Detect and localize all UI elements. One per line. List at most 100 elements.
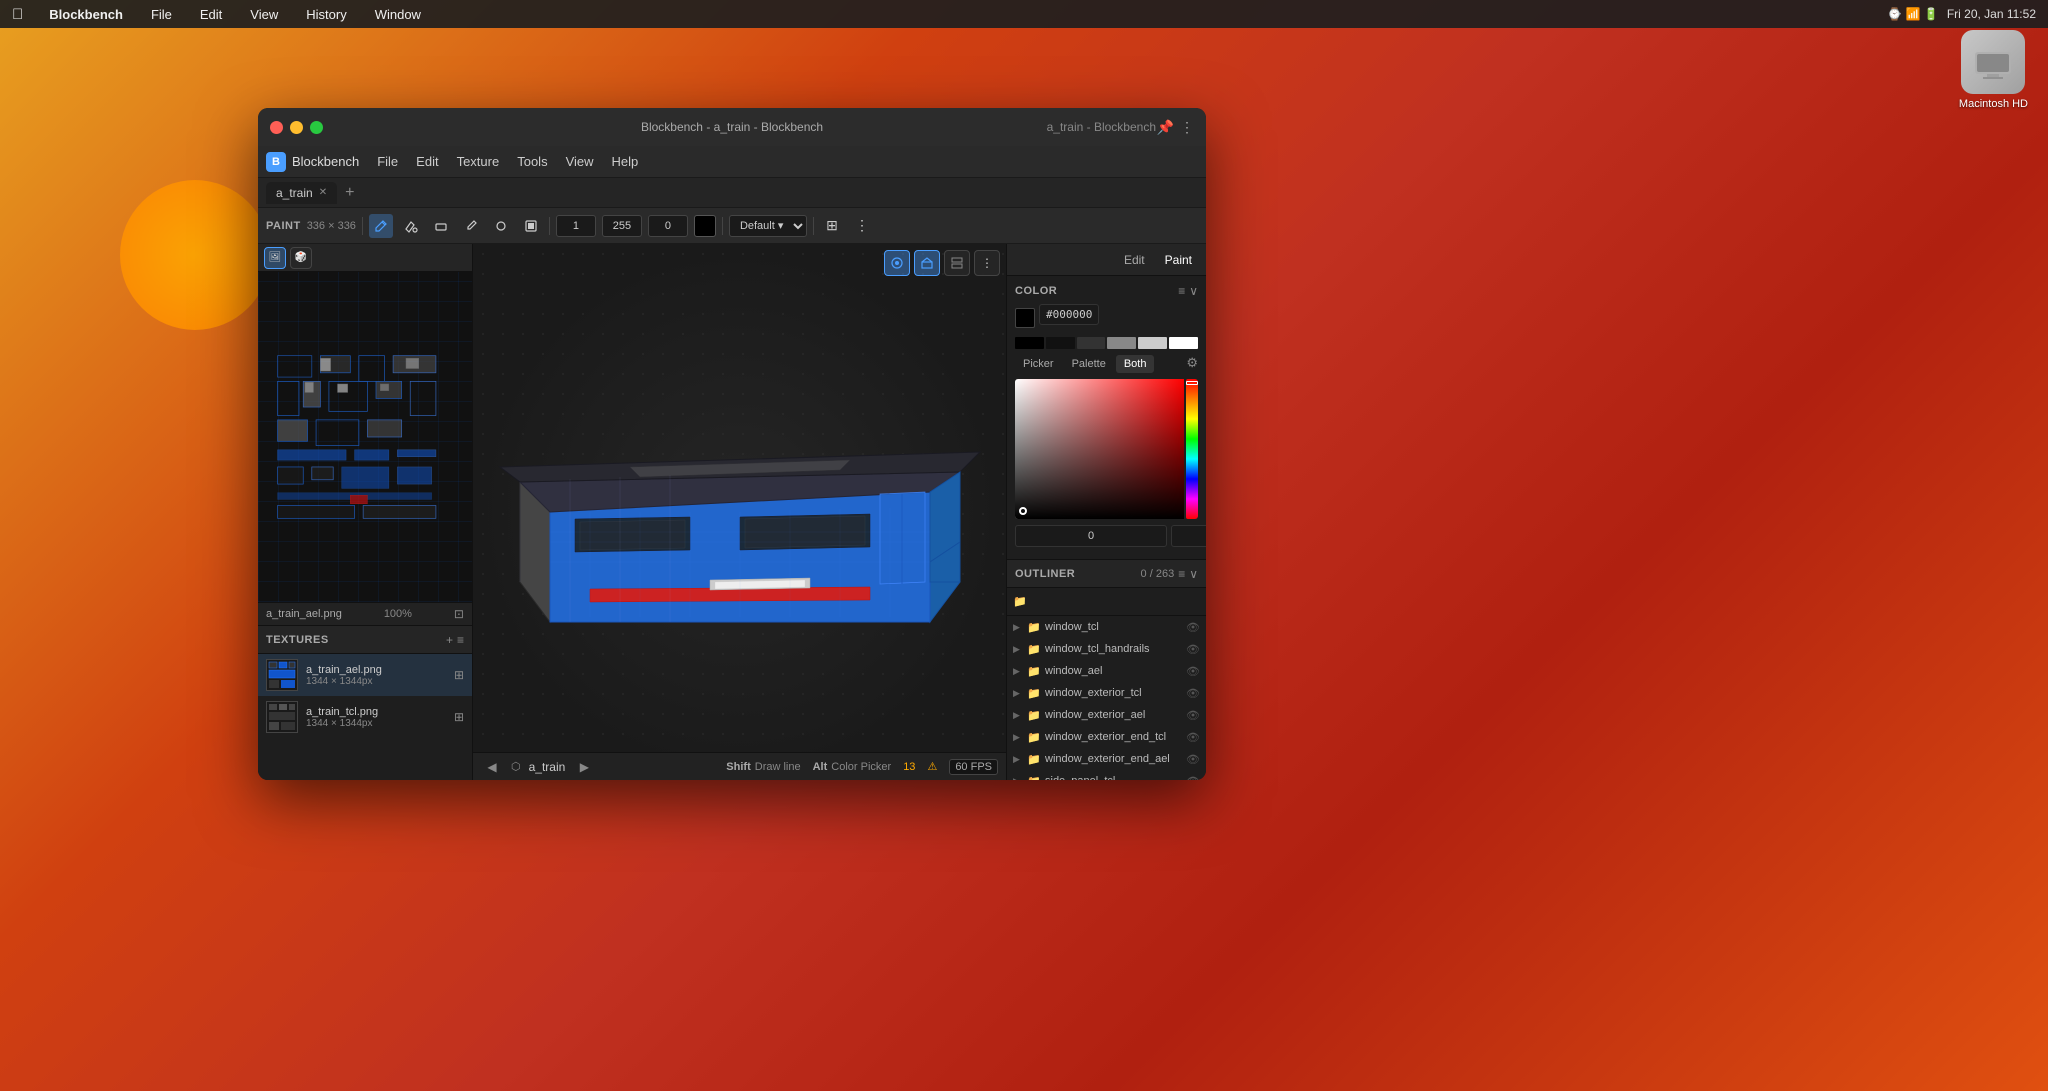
- outliner-collapse-icon[interactable]: ∨: [1189, 567, 1198, 581]
- brush-size-input[interactable]: 1: [556, 215, 596, 237]
- tab-add-button[interactable]: +: [341, 184, 358, 202]
- swatch-dark1[interactable]: [1046, 337, 1075, 349]
- color-swatch-button[interactable]: [694, 215, 716, 237]
- texture-item-ael[interactable]: a_train_ael.png 1344 × 1344px ⊞: [258, 654, 472, 696]
- picker-tab[interactable]: Picker: [1015, 355, 1062, 373]
- tab-a-train[interactable]: a_train ✕: [266, 182, 337, 204]
- paint-tab[interactable]: Paint: [1159, 250, 1198, 270]
- outliner-menu-icon[interactable]: ≡: [1178, 567, 1185, 581]
- edit-menu-item[interactable]: Edit: [408, 151, 446, 172]
- paint-mode-button[interactable]: [884, 250, 910, 276]
- color-fill-button[interactable]: [519, 214, 543, 238]
- apple-menu[interactable]: : [12, 6, 23, 23]
- history-menu[interactable]: History: [300, 5, 352, 24]
- swatch-dark2[interactable]: [1077, 337, 1106, 349]
- outliner-item-window-exterior-end-tcl[interactable]: ▶ 📁 window_exterior_end_tcl 👁: [1007, 726, 1206, 748]
- outliner-item-window-ael[interactable]: ▶ 📁 window_ael 👁: [1007, 660, 1206, 682]
- visibility-icon[interactable]: 👁: [1186, 753, 1200, 766]
- visibility-icon[interactable]: 👁: [1186, 665, 1200, 678]
- close-button[interactable]: [270, 121, 283, 134]
- current-color-preview[interactable]: [1015, 308, 1035, 328]
- dropper-tool-button[interactable]: [459, 214, 483, 238]
- color-collapse-icon[interactable]: ∨: [1189, 284, 1198, 298]
- app-name-menu[interactable]: Blockbench: [43, 5, 129, 24]
- textures-panel-header: TEXTURES + ≡: [258, 626, 472, 654]
- pin-icon[interactable]: 📌: [1157, 119, 1174, 136]
- more-options-button[interactable]: ⋮: [974, 250, 1000, 276]
- maximize-button[interactable]: [310, 121, 323, 134]
- paint-view-btn[interactable]: 🖼: [264, 247, 286, 269]
- settings-button[interactable]: ⋮: [850, 214, 874, 238]
- fill-tool-button[interactable]: [399, 214, 423, 238]
- outliner-item-window-tcl-handrails[interactable]: ▶ 📁 window_tcl_handrails 👁: [1007, 638, 1206, 660]
- swatch-gray[interactable]: [1107, 337, 1136, 349]
- texture-thumb-ael: [266, 659, 298, 691]
- tools-menu-item[interactable]: Tools: [509, 151, 555, 172]
- edit-tab[interactable]: Edit: [1118, 250, 1151, 270]
- next-model-button[interactable]: ▶: [573, 756, 595, 778]
- texture-expand-button[interactable]: ⊡: [454, 607, 464, 621]
- hex-color-display[interactable]: #000000: [1039, 304, 1099, 325]
- texture-add-icon[interactable]: +: [446, 633, 453, 647]
- visibility-icon[interactable]: 👁: [1186, 775, 1200, 781]
- tab-close-icon[interactable]: ✕: [319, 187, 327, 198]
- both-tab[interactable]: Both: [1116, 355, 1155, 373]
- texture-name-ael: a_train_ael.png: [306, 664, 446, 676]
- alt-hint: Alt Color Picker: [813, 761, 892, 773]
- traffic-lights: [270, 121, 323, 134]
- desktop-icon-macintosh-hd[interactable]: Macintosh HD: [1959, 30, 2028, 110]
- 3d-viewport[interactable]: ⋮ ◀ ⬡ a_train ▶ Shift Draw line Alt: [473, 244, 1006, 780]
- outliner-item-window-tcl[interactable]: ▶ 📁 window_tcl 👁: [1007, 616, 1206, 638]
- swatch-light[interactable]: [1138, 337, 1167, 349]
- outliner-item-side-panel-tcl[interactable]: ▶ 📁 side_panel_tcl 👁: [1007, 770, 1206, 780]
- folder-icon: 📁: [1027, 775, 1041, 781]
- eraser-tool-button[interactable]: [429, 214, 453, 238]
- palette-tab[interactable]: Palette: [1064, 355, 1114, 373]
- swatch-black[interactable]: [1015, 337, 1044, 349]
- view-menu[interactable]: View: [244, 5, 284, 24]
- texture-atlas-canvas[interactable]: [258, 272, 472, 602]
- texture-ael-action-icon[interactable]: ⊞: [454, 668, 464, 682]
- file-menu-item[interactable]: File: [369, 151, 406, 172]
- visibility-icon[interactable]: 👁: [1186, 621, 1200, 634]
- visibility-icon[interactable]: 👁: [1186, 731, 1200, 744]
- visibility-icon[interactable]: 👁: [1186, 643, 1200, 656]
- outliner-item-window-exterior-end-ael[interactable]: ▶ 📁 window_exterior_end_ael 👁: [1007, 748, 1206, 770]
- outliner-header: OUTLINER 0 / 263 ≡ ∨: [1007, 560, 1206, 588]
- outliner-item-window-exterior-ael[interactable]: ▶ 📁 window_exterior_ael 👁: [1007, 704, 1206, 726]
- texture-item-tcl[interactable]: a_train_tcl.png 1344 × 1344px ⊞: [258, 696, 472, 738]
- color-settings-icon[interactable]: ⚙: [1186, 355, 1198, 373]
- outliner-list[interactable]: ▶ 📁 window_tcl 👁 ▶ 📁 window_tcl_handrail…: [1007, 616, 1206, 780]
- window-menu[interactable]: Window: [369, 5, 427, 24]
- view-menu-item[interactable]: View: [558, 151, 602, 172]
- mode-dropdown[interactable]: Default ▾: [729, 215, 807, 237]
- prev-model-button[interactable]: ◀: [481, 756, 503, 778]
- visibility-icon[interactable]: 👁: [1186, 687, 1200, 700]
- red-input[interactable]: 0: [1015, 525, 1167, 547]
- 3d-view-btn[interactable]: 🎲: [290, 247, 312, 269]
- color-menu-icon[interactable]: ≡: [1178, 284, 1185, 298]
- edit-menu[interactable]: Edit: [194, 5, 228, 24]
- color-picker-gradient-area[interactable]: [1015, 379, 1198, 519]
- pencil-tool-button[interactable]: [369, 214, 393, 238]
- swatch-white[interactable]: [1169, 337, 1198, 349]
- model-mode-button[interactable]: [914, 250, 940, 276]
- texture-menu-item[interactable]: Texture: [449, 151, 508, 172]
- visibility-icon[interactable]: 👁: [1186, 709, 1200, 722]
- more-icon[interactable]: ⋮: [1180, 119, 1194, 136]
- smear-tool-button[interactable]: [489, 214, 513, 238]
- outliner-item-window-exterior-tcl[interactable]: ▶ 📁 window_exterior_tcl 👁: [1007, 682, 1206, 704]
- texture-more-icon[interactable]: ≡: [457, 633, 464, 647]
- file-menu[interactable]: File: [145, 5, 178, 24]
- opacity-input[interactable]: 255: [602, 215, 642, 237]
- minimize-button[interactable]: [290, 121, 303, 134]
- window-subtitle: a_train - Blockbench: [1047, 120, 1156, 134]
- help-menu-item[interactable]: Help: [604, 151, 647, 172]
- hue-slider[interactable]: [1186, 379, 1198, 519]
- texture-tcl-action-icon[interactable]: ⊞: [454, 710, 464, 724]
- hardness-input[interactable]: 0: [648, 215, 688, 237]
- menubar-right: ⌚ 📶 🔋 Fri 20, Jan 11:52: [1887, 7, 2036, 21]
- layout-toggle-button[interactable]: [944, 250, 970, 276]
- grid-view-button[interactable]: ⊞: [820, 214, 844, 238]
- green-input[interactable]: 0: [1171, 525, 1206, 547]
